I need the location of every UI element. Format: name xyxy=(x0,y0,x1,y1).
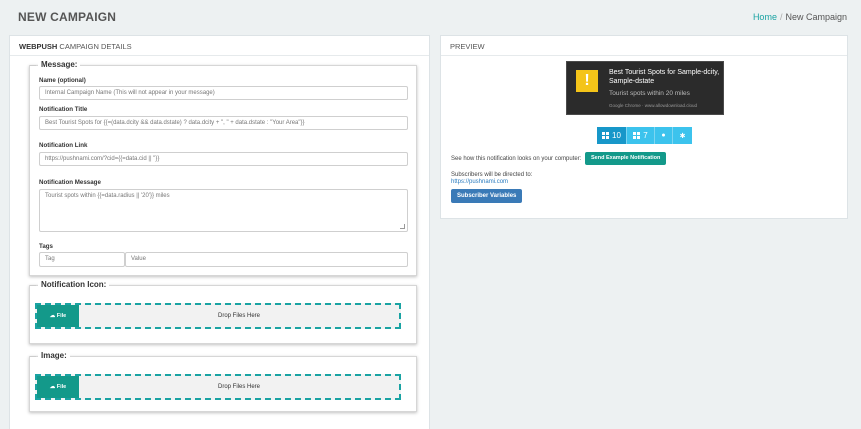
send-example-notification-button[interactable]: Send Example Notification xyxy=(585,152,667,165)
value-input[interactable]: Value xyxy=(125,252,408,267)
tab-android[interactable]: ✱ xyxy=(673,127,692,144)
image-dropzone[interactable]: ☁ File Drop Files Here xyxy=(35,374,401,400)
tab-windows-7[interactable]: 7 xyxy=(627,127,655,144)
icon-file-label: File xyxy=(56,313,67,319)
notification-message-textarea[interactable]: Tourist spots within {{=data.radius || '… xyxy=(39,189,408,232)
heading-rest: CAMPAIGN DETAILS xyxy=(57,42,132,51)
campaign-details-heading: WEBPUSH CAMPAIGN DETAILS xyxy=(10,36,429,56)
breadcrumb-home-link[interactable]: Home xyxy=(753,12,777,22)
image-legend: Image: xyxy=(30,351,70,360)
notification-link-label: Notification Link xyxy=(39,142,88,149)
notification-message-text: Tourist spots within {{=data.radius || '… xyxy=(45,193,170,199)
page-header: NEW CAMPAIGN Home / New Campaign xyxy=(0,0,861,34)
preview-panel: PREVIEW ! Best Tourist Spots for Sample-… xyxy=(440,35,848,219)
heading-bold: WEBPUSH xyxy=(19,42,58,51)
android-icon: ✱ xyxy=(679,132,686,140)
os-tab-group: 10 7 ● ✱ xyxy=(597,127,692,144)
notification-message-label: Notification Message xyxy=(39,179,101,186)
breadcrumb-separator: / xyxy=(779,12,783,22)
notification-link-input[interactable]: https://pushnami.com/?cid={{=data.cid ||… xyxy=(39,152,408,166)
directed-link[interactable]: https://pushnami.com xyxy=(451,179,508,185)
tab-windows-10[interactable]: 10 xyxy=(597,127,627,144)
name-label: Name (optional) xyxy=(39,77,86,84)
preview-heading: PREVIEW xyxy=(441,36,847,56)
image-file-label: File xyxy=(56,384,67,390)
upload-icon: ☁ xyxy=(49,313,56,319)
upload-icon: ☁ xyxy=(49,384,56,390)
see-notification-text: See how this notification looks on your … xyxy=(451,156,582,162)
tag-input[interactable]: Tag xyxy=(39,252,125,267)
icon-file-button[interactable]: ☁ File xyxy=(37,305,79,327)
image-section: Image: ☁ File Drop Files Here xyxy=(29,351,417,412)
notification-preview: ! Best Tourist Spots for Sample-dcity, S… xyxy=(566,61,724,115)
notification-title-input[interactable]: Best Tourist Spots for {{=(data.dcity &&… xyxy=(39,116,408,130)
icon-dropzone[interactable]: ☁ File Drop Files Here xyxy=(35,303,401,329)
campaign-name-input[interactable]: Internal Campaign Name (This will not ap… xyxy=(39,86,408,100)
campaign-details-panel: WEBPUSH CAMPAIGN DETAILS Message: Name (… xyxy=(9,35,430,429)
notification-preview-title: Best Tourist Spots for Sample-dcity, Sam… xyxy=(609,69,720,85)
notification-preview-body: Tourist spots within 20 miles xyxy=(609,90,690,97)
message-legend: Message: xyxy=(29,60,81,69)
notification-icon-section: Notification Icon: ☁ File Drop Files Her… xyxy=(29,280,417,344)
icon-drop-text: Drop Files Here xyxy=(217,313,260,319)
subscriber-variables-button[interactable]: Subscriber Variables xyxy=(451,189,523,203)
page-title: NEW CAMPAIGN xyxy=(18,10,117,24)
breadcrumb: Home / New Campaign xyxy=(753,12,847,22)
windows-icon xyxy=(633,132,641,139)
image-file-button[interactable]: ☁ File xyxy=(37,376,79,398)
notification-preview-footer: Google Chrome · www.allowdownload.cloud xyxy=(609,103,698,108)
breadcrumb-current: New Campaign xyxy=(785,12,847,22)
windows-icon xyxy=(602,132,610,139)
directed-text: Subscribers will be directed to: xyxy=(451,172,533,178)
resize-handle-icon[interactable] xyxy=(400,224,405,229)
message-section: Message: Name (optional) Internal Campai… xyxy=(29,60,417,276)
tags-label: Tags xyxy=(39,243,53,250)
notification-title-label: Notification Title xyxy=(39,106,88,113)
tab-windows-10-label: 10 xyxy=(612,131,621,140)
tab-windows-7-label: 7 xyxy=(643,131,648,140)
warning-icon: ! xyxy=(576,70,598,92)
notification-icon-legend: Notification Icon: xyxy=(29,280,110,289)
tab-mac[interactable]: ● xyxy=(655,127,673,144)
image-drop-text: Drop Files Here xyxy=(217,384,260,390)
apple-icon: ● xyxy=(661,132,666,139)
